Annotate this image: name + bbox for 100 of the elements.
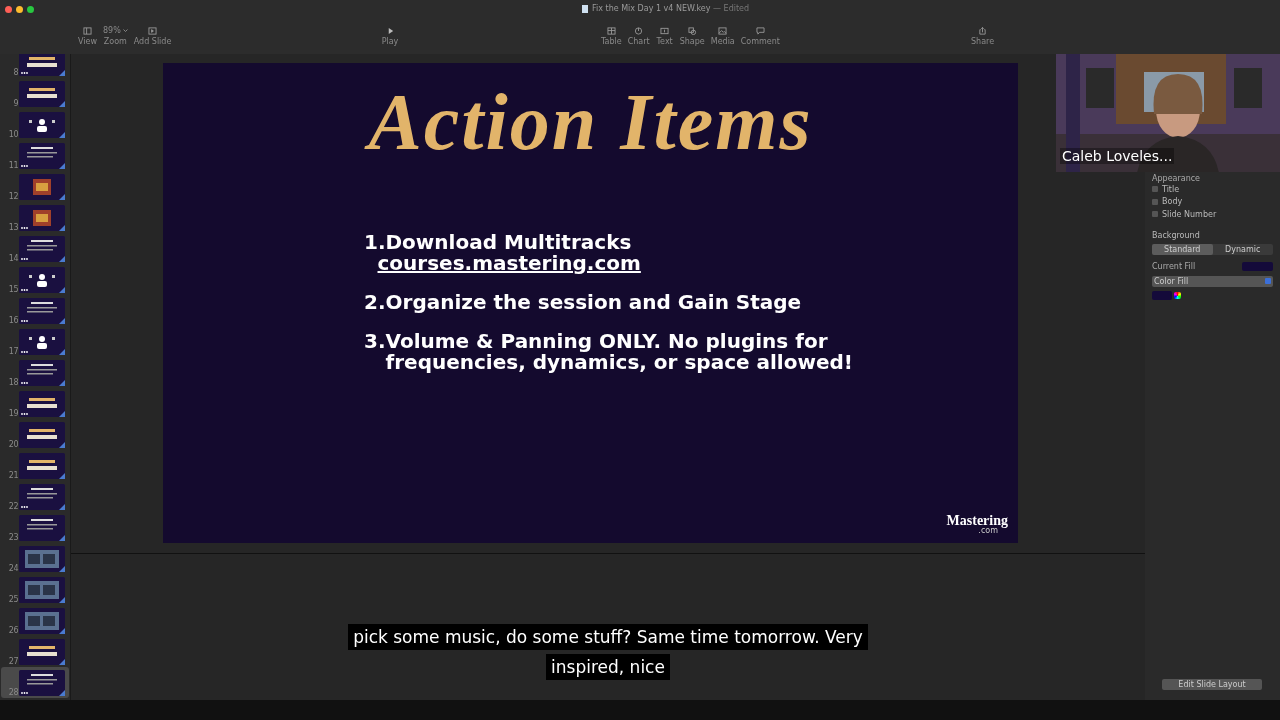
zoom-button[interactable] [27, 5, 34, 13]
edit-slide-layout-button[interactable]: Edit Slide Layout [1162, 679, 1262, 690]
slide-number: 9 [12, 99, 19, 109]
slide-number: 10 [7, 130, 19, 140]
slide-list-item[interactable]: 24 [1, 543, 69, 574]
toolbar-button[interactable]: Share [971, 26, 995, 46]
slide-list-item[interactable]: 12 [1, 171, 69, 202]
slide-list-item[interactable]: 28 [1, 667, 69, 698]
slide-list-item[interactable]: 23 [1, 512, 69, 543]
slide-list-item[interactable]: 19 [1, 388, 69, 419]
slide-list-item[interactable]: 8 [1, 54, 69, 78]
toolbar-button[interactable]: Shape [679, 26, 705, 46]
slide-list-item[interactable]: 22 [1, 481, 69, 512]
toolbar-button[interactable]: Comment [740, 26, 780, 46]
segment-button[interactable]: Dynamic [1212, 243, 1273, 255]
slide-list-item[interactable]: 9 [1, 78, 69, 109]
checkbox-label: Slide Number [1162, 209, 1217, 219]
toolbar-button[interactable]: Add Slide [133, 26, 172, 46]
document-icon [582, 5, 588, 13]
slide-thumbnail [19, 608, 65, 634]
slide-list-item[interactable]: 20 [1, 419, 69, 450]
slide-thumbnail [19, 112, 65, 138]
toolbar-button[interactable]: Media [710, 26, 735, 46]
chart-icon [634, 26, 644, 35]
slide-list-item[interactable]: 17 [1, 326, 69, 357]
slide-list-item[interactable]: 13 [1, 202, 69, 233]
slide-list-item[interactable]: 15 [1, 264, 69, 295]
checkbox-label: Body [1162, 197, 1183, 207]
slide-number: 27 [7, 657, 19, 667]
table-icon [606, 26, 616, 35]
toolbar-button[interactable]: View [78, 26, 97, 46]
section-heading: Background [1152, 230, 1201, 240]
add-slide-icon [148, 26, 158, 35]
slide-number: 8 [12, 68, 19, 78]
sidebar-view-icon [83, 26, 92, 35]
checkbox[interactable] [1152, 198, 1158, 205]
slide-number: 24 [7, 564, 19, 574]
toolbar-button[interactable]: Chart [627, 26, 650, 46]
window-title: Fix the Mix Day 1 v4 NEW.key [592, 4, 711, 13]
participant-name: Caleb Loveles... [1060, 148, 1175, 164]
slide-number: 12 [7, 192, 19, 202]
fill-label: Current Fill [1152, 261, 1196, 271]
slide-number: 22 [7, 502, 19, 512]
checkbox-label: Title [1162, 184, 1180, 194]
logo-text: Mastering [946, 513, 1008, 528]
slide-list-item[interactable]: 14 [1, 233, 69, 264]
share-icon [978, 26, 988, 35]
slide-number: 28 [7, 688, 19, 698]
slide-thumbnail [19, 515, 65, 541]
slide-number: 14 [7, 254, 19, 264]
slide-thumbnail [19, 81, 65, 107]
slide-list-item[interactable]: 11 [1, 140, 69, 171]
section-heading: Appearance [1152, 174, 1202, 183]
slide-number: 26 [7, 626, 19, 636]
segment-button[interactable]: Standard [1152, 243, 1213, 255]
logo-suffix: .com [978, 526, 998, 535]
fill-type-dropdown[interactable]: Color Fill [1152, 275, 1273, 287]
slide-list-item[interactable]: 27 [1, 636, 69, 667]
slide-list-item[interactable]: 16 [1, 295, 69, 326]
toolbar-button[interactable]: Text [655, 26, 674, 46]
slide-number: 20 [7, 440, 19, 450]
slide-number: 15 [7, 285, 19, 295]
slide-list-item[interactable]: 18 [1, 357, 69, 388]
color-wheel-icon[interactable] [1174, 291, 1181, 299]
slide-thumbnail [19, 639, 65, 665]
slide-list-item[interactable]: 26 [1, 605, 69, 636]
item-text: Download Multitracks [385, 232, 633, 253]
zoom-value: 89% [103, 26, 121, 35]
slide-list-item[interactable]: 21 [1, 450, 69, 481]
slide-list-item[interactable]: 25 [1, 574, 69, 605]
chevron-down-icon [122, 29, 128, 32]
stepper-icon [1265, 278, 1271, 284]
checkbox[interactable] [1152, 211, 1158, 218]
course-link[interactable]: courses.mastering.com [377, 253, 641, 274]
slide-thumbnail [19, 453, 65, 479]
close-button[interactable] [5, 5, 12, 13]
slide-list-item[interactable]: 10 [1, 109, 69, 140]
edited-status: — Edited [713, 4, 750, 13]
slide-thumbnail [19, 577, 65, 603]
toolbar-button[interactable]: 89% Zoom [103, 26, 128, 46]
item-text: Volume & Panning ONLY. No plugins for frequencies, dynamics, or space allowed! [385, 331, 854, 373]
slide-thumbnail [19, 546, 65, 572]
checkbox[interactable] [1152, 186, 1158, 193]
slide-thumbnail [19, 422, 65, 448]
color-well[interactable] [1152, 290, 1172, 300]
slide-number: 11 [7, 161, 19, 171]
shape-icon [687, 26, 697, 35]
slide-number: 21 [7, 471, 19, 481]
comment-icon [755, 26, 765, 35]
fill-swatch[interactable] [1242, 261, 1273, 271]
slide-number: 17 [7, 347, 19, 357]
photo-icon [718, 26, 728, 35]
slide-thumbnail [19, 174, 65, 200]
minimize-button[interactable] [16, 5, 23, 13]
toolbar-button[interactable]: Table [601, 26, 622, 46]
toolbar-button[interactable]: Play [381, 26, 399, 46]
item-text: Organize the session and Gain Stage [385, 292, 802, 313]
slide-number: 19 [7, 409, 19, 419]
slide-number: 23 [7, 533, 19, 543]
slide-number: 25 [7, 595, 19, 605]
